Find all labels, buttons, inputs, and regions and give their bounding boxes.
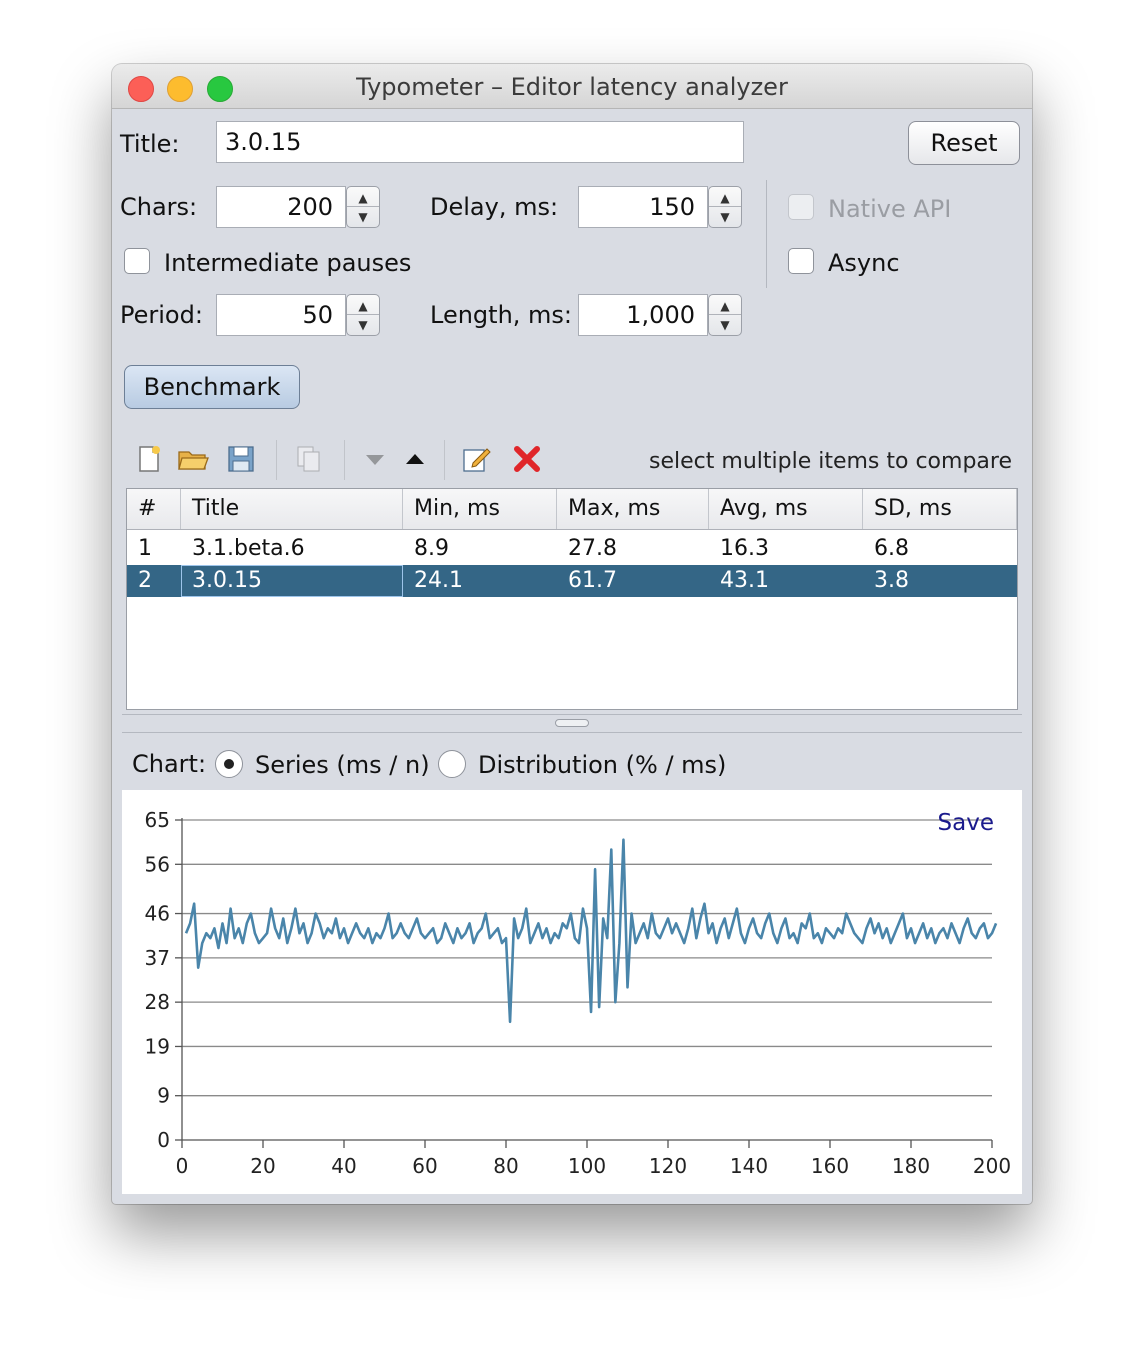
x-tick-label: 80 xyxy=(493,1154,518,1178)
title-label: Title: xyxy=(120,130,180,158)
toolbar-divider xyxy=(444,440,445,480)
cell-min: 24.1 xyxy=(414,568,463,593)
split-divider-bottom xyxy=(122,732,1022,733)
cell-min: 8.9 xyxy=(414,536,449,561)
options-divider xyxy=(766,180,767,288)
column-header-title[interactable]: Title xyxy=(181,489,403,529)
chevron-down-icon[interactable]: ▼ xyxy=(347,315,379,335)
reset-button[interactable]: Reset xyxy=(908,121,1020,165)
y-tick-label: 9 xyxy=(157,1084,170,1108)
x-tick-label: 40 xyxy=(331,1154,356,1178)
column-header-min[interactable]: Min, ms xyxy=(403,489,557,529)
y-tick-label: 28 xyxy=(145,990,170,1014)
benchmark-button[interactable]: Benchmark xyxy=(124,365,300,409)
series-radio-label[interactable]: Series (ms / n) xyxy=(255,751,430,779)
chevron-down-icon[interactable]: ▼ xyxy=(347,207,379,227)
series-radio[interactable] xyxy=(215,750,243,778)
cell-sd: 6.8 xyxy=(874,536,909,561)
column-header-avg[interactable]: Avg, ms xyxy=(709,489,863,529)
table-row[interactable]: 1 3.1.beta.6 8.9 27.8 16.3 6.8 xyxy=(127,533,1017,565)
chars-label: Chars: xyxy=(120,193,198,221)
copy-icon[interactable] xyxy=(292,444,326,478)
toolbar-divider xyxy=(276,440,277,480)
x-tick-label: 160 xyxy=(811,1154,849,1178)
cell-max: 27.8 xyxy=(568,536,617,561)
split-divider-top xyxy=(122,714,1022,715)
column-header-max[interactable]: Max, ms xyxy=(557,489,709,529)
async-checkbox[interactable] xyxy=(788,248,814,274)
delay-label: Delay, ms: xyxy=(430,193,559,221)
cell-avg: 43.1 xyxy=(720,568,769,593)
chevron-up-icon[interactable]: ▲ xyxy=(347,295,379,315)
column-header-number[interactable]: # xyxy=(127,489,181,529)
y-tick-label: 56 xyxy=(145,852,170,876)
cell-number: 1 xyxy=(138,536,152,561)
chevron-down-icon[interactable]: ▼ xyxy=(709,207,741,227)
title-bar: Typometer – Editor latency analyzer xyxy=(112,64,1032,109)
series-chart: 0 9 19 28 37 46 56 65 0 20 40 60 80 100 120 140 160 180 20… xyxy=(122,790,1022,1194)
distribution-radio-label[interactable]: Distribution (% / ms) xyxy=(478,751,726,779)
table-row-selected[interactable]: 2 3.0.15 24.1 61.7 43.1 3.8 xyxy=(127,565,1017,597)
native-api-checkbox xyxy=(788,194,814,220)
y-tick-label: 46 xyxy=(145,902,170,926)
chevron-down-icon[interactable]: ▼ xyxy=(709,315,741,335)
title-input[interactable]: 3.0.15 xyxy=(216,121,744,163)
length-label: Length, ms: xyxy=(430,301,573,329)
save-chart-link[interactable]: Save xyxy=(938,810,994,836)
compare-hint: select multiple items to compare xyxy=(649,449,1012,474)
chevron-up-icon[interactable]: ▲ xyxy=(709,295,741,315)
move-down-icon[interactable] xyxy=(358,444,392,478)
intermediate-pauses-label[interactable]: Intermediate pauses xyxy=(164,249,411,277)
window-title: Typometer – Editor latency analyzer xyxy=(356,73,788,101)
split-drag-handle[interactable] xyxy=(555,719,589,727)
results-table[interactable]: # Title Min, ms Max, ms Avg, ms SD, ms 1… xyxy=(126,488,1018,710)
open-folder-icon[interactable] xyxy=(176,444,210,478)
x-tick-label: 120 xyxy=(649,1154,687,1178)
length-input[interactable]: 1,000 xyxy=(578,294,708,336)
cell-max: 61.7 xyxy=(568,568,617,593)
chars-stepper[interactable]: ▲ ▼ xyxy=(346,186,380,228)
delay-stepper[interactable]: ▲ ▼ xyxy=(708,186,742,228)
cell-title: 3.1.beta.6 xyxy=(192,536,305,561)
save-icon[interactable] xyxy=(224,444,258,478)
x-tick-label: 60 xyxy=(412,1154,437,1178)
chars-input[interactable]: 200 xyxy=(216,186,346,228)
x-tick-label: 100 xyxy=(568,1154,606,1178)
edit-icon[interactable] xyxy=(460,444,494,478)
period-input[interactable]: 50 xyxy=(216,294,346,336)
y-tick-label: 19 xyxy=(145,1034,170,1058)
delete-icon[interactable] xyxy=(510,444,544,478)
x-tick-label: 200 xyxy=(973,1154,1011,1178)
chevron-up-icon[interactable]: ▲ xyxy=(709,187,741,207)
table-header: # Title Min, ms Max, ms Avg, ms SD, ms xyxy=(127,489,1017,530)
x-tick-label: 140 xyxy=(730,1154,768,1178)
period-stepper[interactable]: ▲ ▼ xyxy=(346,294,380,336)
y-tick-label: 37 xyxy=(145,946,170,970)
intermediate-pauses-checkbox[interactable] xyxy=(124,248,150,274)
chart-label: Chart: xyxy=(132,750,207,778)
y-tick-label: 0 xyxy=(157,1128,170,1152)
series-line xyxy=(184,838,998,1024)
app-window: Typometer – Editor latency analyzer Titl… xyxy=(112,64,1032,1204)
length-stepper[interactable]: ▲ ▼ xyxy=(708,294,742,336)
chevron-up-icon[interactable]: ▲ xyxy=(347,187,379,207)
period-label: Period: xyxy=(120,301,203,329)
toolbar-divider xyxy=(344,440,345,480)
x-tick-label: 20 xyxy=(250,1154,275,1178)
cell-sd: 3.8 xyxy=(874,568,909,593)
chart-svg: 0 9 19 28 37 46 56 65 0 20 40 60 80 100 120 140 160 180 20… xyxy=(145,808,1012,1178)
cell-avg: 16.3 xyxy=(720,536,769,561)
y-tick-label: 65 xyxy=(145,808,170,832)
async-label[interactable]: Async xyxy=(828,249,900,277)
x-tick-label: 180 xyxy=(892,1154,930,1178)
column-header-sd[interactable]: SD, ms xyxy=(863,489,1017,529)
move-up-icon[interactable] xyxy=(398,444,432,478)
native-api-label: Native API xyxy=(828,195,952,223)
x-tick-label: 0 xyxy=(176,1154,189,1178)
cell-title: 3.0.15 xyxy=(181,565,403,597)
cell-number: 2 xyxy=(138,568,152,593)
distribution-radio[interactable] xyxy=(438,750,466,778)
new-file-icon[interactable] xyxy=(132,444,166,478)
delay-input[interactable]: 150 xyxy=(578,186,708,228)
